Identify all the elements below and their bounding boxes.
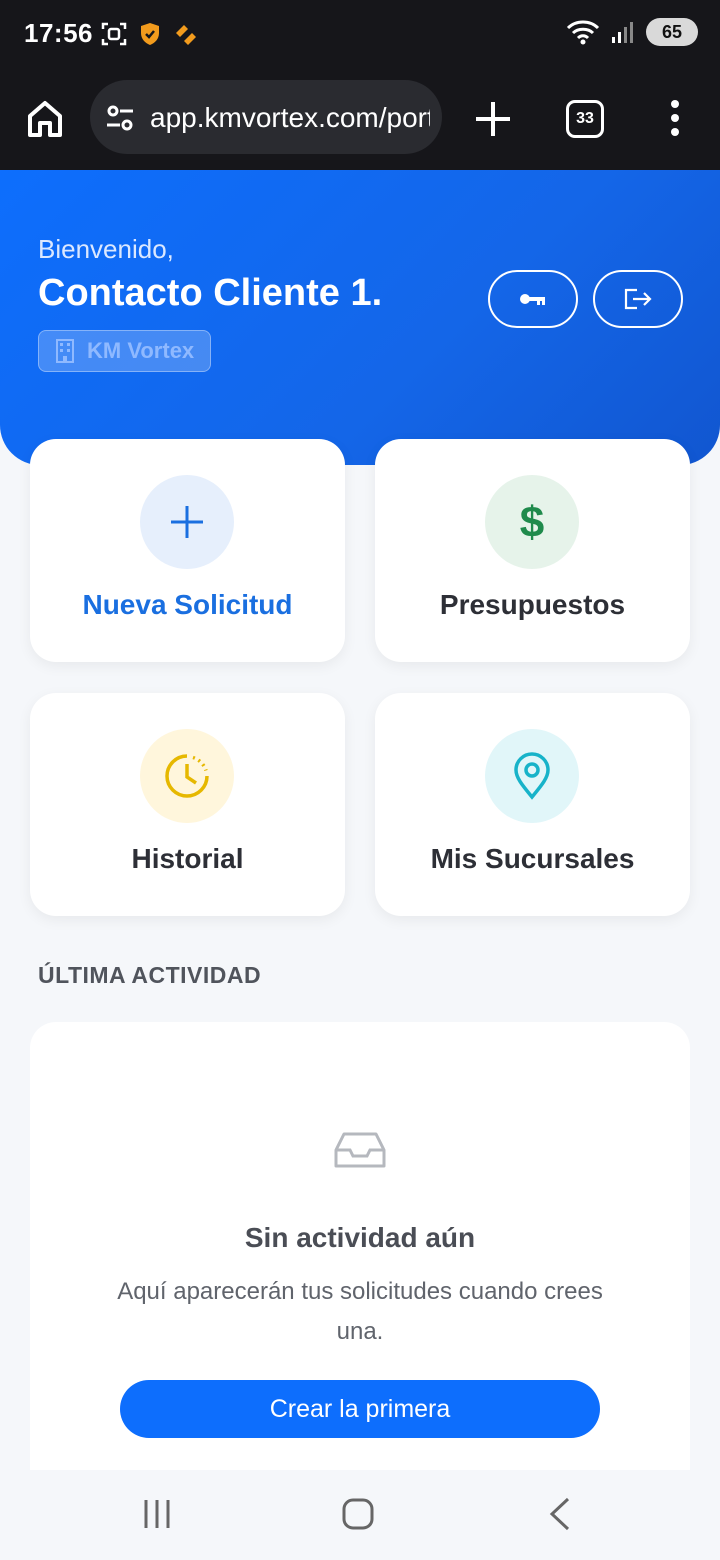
plus-icon	[171, 506, 203, 538]
status-bar: 17:56 65	[0, 0, 720, 70]
more-menu-icon[interactable]	[660, 98, 690, 138]
wifi-icon	[566, 20, 600, 45]
shield-icon	[141, 23, 159, 45]
home-nav-icon[interactable]	[342, 1498, 374, 1530]
tile-label: Presupuestos	[439, 589, 626, 620]
url-bar[interactable]: app.kmvortex.com/portal	[90, 80, 442, 154]
signal-icon	[612, 22, 633, 43]
clock-icon	[165, 754, 209, 798]
site-settings-icon[interactable]	[104, 102, 136, 134]
inbox-icon	[334, 1132, 386, 1168]
dollar-icon: $	[520, 499, 544, 545]
url-text: app.kmvortex.com/portal	[150, 102, 430, 133]
system-nav-bar	[0, 1470, 720, 1560]
user-name: Contacto Cliente 1.	[38, 272, 383, 314]
tile-mis-sucursales[interactable]: Mis Sucursales	[375, 693, 690, 916]
new-tab-icon[interactable]	[470, 96, 516, 142]
svg-text:$: $	[520, 499, 544, 545]
create-first-button[interactable]: Crear la primera	[120, 1380, 600, 1438]
location-pin-icon	[514, 752, 550, 800]
home-icon[interactable]	[22, 96, 68, 142]
battery-indicator: 65	[646, 18, 698, 46]
back-icon[interactable]	[546, 1496, 572, 1532]
logout-icon	[624, 288, 652, 310]
recent-apps-icon[interactable]	[142, 1498, 172, 1530]
screenshot-icon	[101, 22, 127, 46]
tile-nueva-solicitud[interactable]: Nueva Solicitud	[30, 439, 345, 662]
change-password-button[interactable]	[488, 270, 578, 328]
logout-button[interactable]	[593, 270, 683, 328]
building-icon	[56, 339, 74, 363]
tile-label: Nueva Solicitud	[82, 589, 293, 620]
section-title: ÚLTIMA ACTIVIDAD	[38, 962, 262, 988]
empty-state-title: Sin actividad aún	[244, 1222, 476, 1253]
key-icon	[520, 294, 545, 305]
status-time: 17:56	[24, 18, 93, 48]
tab-switcher-button[interactable]: 33	[566, 100, 604, 138]
activity-card: Sin actividad aún Aquí aparecerán tus so…	[30, 1022, 690, 1482]
welcome-header: Bienvenido, Contacto Cliente 1. KM Vorte…	[0, 170, 720, 465]
tile-label: Mis Sucursales	[430, 843, 635, 874]
empty-state-description: Aquí aparecerán tus solicitudes cuando c…	[117, 1278, 603, 1345]
browser-toolbar: app.kmvortex.com/portal 33	[0, 70, 720, 170]
tile-presupuestos[interactable]: $ Presupuestos	[375, 439, 690, 662]
company-name: KM Vortex	[87, 338, 195, 363]
tile-label: Historial	[131, 843, 244, 874]
tile-historial[interactable]: Historial	[30, 693, 345, 916]
app-notification-icon	[176, 25, 196, 45]
greeting-text: Bienvenido,	[38, 234, 174, 264]
company-badge: KM Vortex	[38, 330, 212, 372]
